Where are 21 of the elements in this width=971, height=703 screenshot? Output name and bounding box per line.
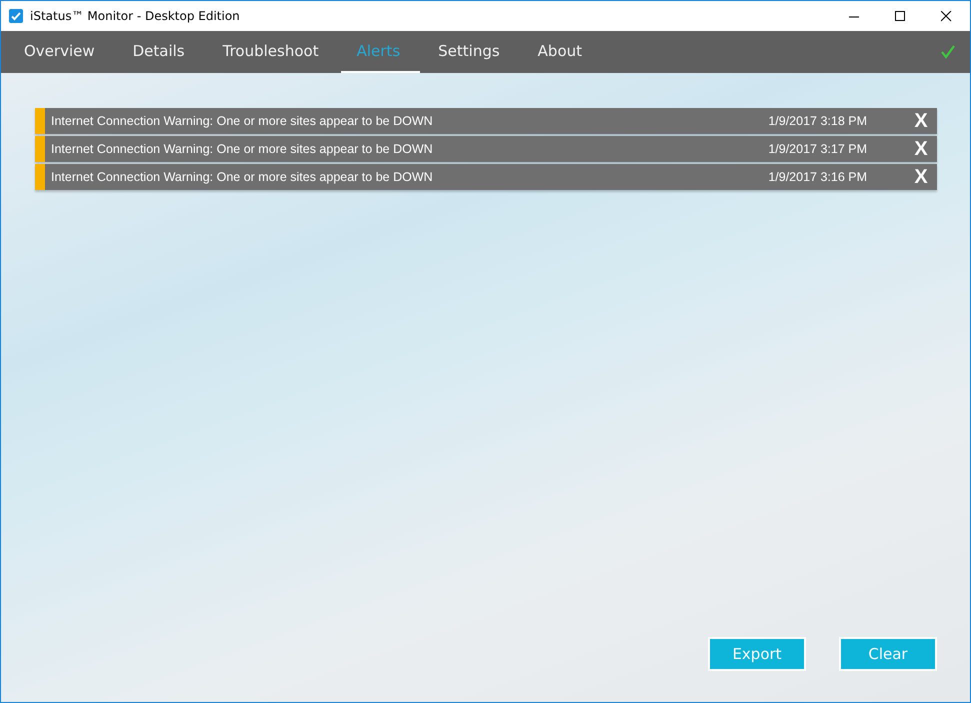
dismiss-button[interactable]: X [911, 166, 931, 188]
dismiss-button[interactable]: X [911, 138, 931, 160]
nav-tab[interactable]: Settings [422, 31, 520, 73]
warning-stripe [35, 108, 45, 134]
alert-message: Internet Connection Warning: One or more sites appear to be DOWN [50, 142, 433, 156]
nav-tab[interactable]: Troubleshoot [206, 31, 339, 73]
dismiss-button[interactable]: X [911, 110, 931, 132]
alert-message: Internet Connection Warning: One or more sites appear to be DOWN [50, 170, 433, 184]
alert-time: 1/9/2017 3:17 PM [768, 142, 867, 156]
alert-message: Internet Connection Warning: One or more sites appear to be DOWN [50, 114, 433, 128]
nav-tab[interactable]: Details [116, 31, 205, 73]
nav-tab[interactable]: About [522, 31, 602, 73]
warning-stripe [35, 136, 45, 162]
warning-stripe [35, 164, 45, 190]
window-title: iStatus™ Monitor - Desktop Edition [30, 9, 240, 23]
close-icon[interactable] [941, 10, 952, 22]
nav-tab[interactable]: Overview [8, 31, 115, 73]
alert-time: 1/9/2017 3:18 PM [768, 114, 867, 128]
maximize-icon[interactable] [895, 10, 906, 22]
app-logo-icon [9, 9, 23, 23]
alert-time: 1/9/2017 3:16 PM [768, 170, 867, 184]
